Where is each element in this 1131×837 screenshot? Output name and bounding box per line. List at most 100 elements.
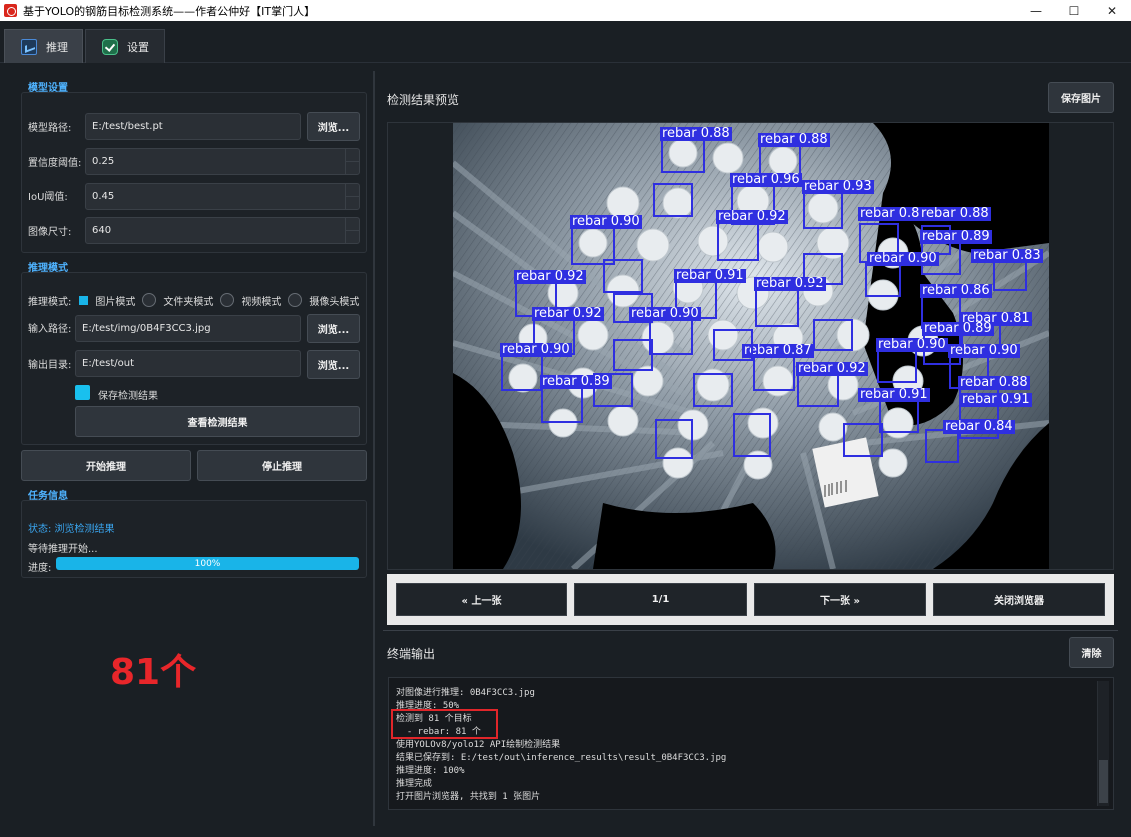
detection-box bbox=[755, 289, 799, 327]
detection-label: rebar 0.86 bbox=[920, 284, 992, 298]
save-result-label[interactable]: 保存检测结果 bbox=[98, 387, 158, 402]
detection-box bbox=[655, 419, 693, 459]
close-button[interactable]: ✕ bbox=[1093, 0, 1131, 21]
detection-label: rebar 0.90 bbox=[948, 344, 1020, 358]
iou-value: 0.45 bbox=[92, 191, 114, 202]
detection-label: rebar 0.93 bbox=[802, 180, 874, 194]
page-indicator: 1/1 bbox=[574, 583, 747, 616]
detection-label: rebar 0.89 bbox=[922, 322, 994, 336]
output-browse-button[interactable]: 浏览... bbox=[307, 350, 360, 379]
terminal-scrollbar-thumb[interactable] bbox=[1099, 760, 1108, 803]
maximize-button[interactable]: ☐ bbox=[1055, 0, 1093, 21]
tab-inference[interactable]: 推理 bbox=[4, 29, 83, 63]
clear-button[interactable]: 清除 bbox=[1069, 637, 1114, 668]
detection-box bbox=[753, 355, 795, 391]
detection-box bbox=[993, 259, 1027, 291]
detection-box bbox=[713, 329, 753, 361]
tab-settings[interactable]: 设置 bbox=[85, 29, 165, 63]
app-logo-icon bbox=[4, 4, 17, 17]
mode-radio-row: 推理模式: 图片模式 文件夹模式 视频模式 摄像头模式 bbox=[28, 292, 359, 308]
video-mode-radio[interactable] bbox=[220, 293, 234, 307]
detection-box bbox=[865, 263, 901, 297]
settings-check-icon bbox=[102, 39, 118, 55]
mode-label: 推理模式: bbox=[28, 293, 71, 308]
save-result-checkbox[interactable] bbox=[75, 385, 90, 400]
folder-mode-label[interactable]: 文件夹模式 bbox=[163, 293, 213, 308]
preview-title: 检测结果预览 bbox=[387, 91, 459, 108]
detection-label: rebar 0.90 bbox=[570, 215, 642, 229]
close-browser-button[interactable]: 关闭浏览器 bbox=[933, 583, 1105, 616]
detection-label: rebar 0.89 bbox=[920, 230, 992, 244]
camera-mode-label[interactable]: 摄像头模式 bbox=[309, 293, 359, 308]
detection-label: rebar 0.88 bbox=[919, 207, 991, 221]
input-browse-button[interactable]: 浏览... bbox=[307, 314, 360, 343]
image-mode-radio[interactable] bbox=[79, 296, 88, 305]
model-path-label: 模型路径: bbox=[28, 119, 71, 134]
splitter[interactable] bbox=[383, 630, 1118, 631]
detection-box bbox=[803, 253, 843, 285]
detection-label: rebar 0.90 bbox=[867, 252, 939, 266]
detection-box bbox=[813, 319, 853, 351]
detection-box bbox=[797, 373, 839, 407]
image-size-value: 640 bbox=[92, 225, 111, 236]
image-size-spin-arrows[interactable] bbox=[345, 218, 359, 243]
detection-box bbox=[843, 423, 883, 457]
waiting-text: 等待推理开始... bbox=[28, 540, 98, 555]
output-dir-label: 输出目录: bbox=[28, 356, 71, 371]
output-dir-input[interactable]: E:/test/out bbox=[75, 350, 301, 377]
model-browse-button[interactable]: 浏览... bbox=[307, 112, 360, 141]
terminal-line: 结果已保存到: E:/test/out\inference_results\re… bbox=[396, 750, 726, 763]
view-result-button[interactable]: 查看检测结果 bbox=[75, 406, 360, 437]
image-size-spinbox[interactable]: 640 bbox=[85, 217, 360, 244]
iou-spinbox[interactable]: 0.45 bbox=[85, 183, 360, 210]
folder-mode-radio[interactable] bbox=[142, 293, 156, 307]
detection-box bbox=[733, 413, 771, 457]
terminal-line: 推理进度: 100% bbox=[396, 763, 465, 776]
progress-label: 进度: bbox=[28, 559, 51, 574]
tab-inference-label: 推理 bbox=[46, 39, 68, 55]
highlight-box bbox=[391, 709, 498, 739]
next-image-button[interactable]: 下一张 » bbox=[754, 583, 926, 616]
tab-settings-label: 设置 bbox=[127, 39, 149, 55]
detection-result-image: rebar 0.88 rebar 0.88 rebar 0.96 rebar 0… bbox=[453, 123, 1049, 569]
confidence-label: 置信度阈值: bbox=[28, 154, 81, 169]
detection-label: rebar 0.91 bbox=[960, 393, 1032, 407]
stop-inference-button[interactable]: 停止推理 bbox=[197, 450, 367, 481]
detection-label: rebar 0.92 bbox=[716, 210, 788, 224]
save-image-button[interactable]: 保存图片 bbox=[1048, 82, 1114, 113]
image-size-label: 图像尺寸: bbox=[28, 223, 71, 238]
chart-icon bbox=[21, 39, 37, 55]
detection-label: rebar 0.96 bbox=[730, 173, 802, 187]
detection-box bbox=[803, 191, 843, 229]
camera-mode-radio[interactable] bbox=[288, 293, 302, 307]
detection-box bbox=[653, 183, 693, 217]
progress-text: 100% bbox=[195, 559, 221, 569]
image-mode-label[interactable]: 图片模式 bbox=[95, 293, 135, 308]
input-path-label: 输入路径: bbox=[28, 320, 71, 335]
confidence-spin-arrows[interactable] bbox=[345, 149, 359, 174]
terminal-line: 对图像进行推理: 0B4F3CC3.jpg bbox=[396, 685, 535, 698]
video-mode-label[interactable]: 视频模式 bbox=[241, 293, 281, 308]
start-inference-button[interactable]: 开始推理 bbox=[21, 450, 191, 481]
detection-box bbox=[613, 339, 653, 371]
confidence-spinbox[interactable]: 0.25 bbox=[85, 148, 360, 175]
terminal-line: 推理完成 bbox=[396, 776, 432, 789]
input-path-input[interactable]: E:/test/img/0B4F3CC3.jpg bbox=[75, 315, 301, 342]
minimize-button[interactable]: — bbox=[1017, 0, 1055, 21]
tab-bar: 推理 设置 bbox=[0, 21, 1131, 63]
terminal-line: 打开图片浏览器, 共找到 1 张图片 bbox=[396, 789, 540, 802]
detection-label: rebar 0.88 bbox=[758, 133, 830, 147]
detection-label: rebar 0.84 bbox=[943, 420, 1015, 434]
detection-box bbox=[603, 259, 643, 293]
model-path-input[interactable]: E:/test/best.pt bbox=[85, 113, 301, 140]
panel-divider[interactable] bbox=[373, 71, 375, 826]
confidence-value: 0.25 bbox=[92, 156, 114, 167]
detection-label: rebar 0.91 bbox=[858, 388, 930, 402]
detection-box bbox=[649, 319, 693, 355]
iou-spin-arrows[interactable] bbox=[345, 184, 359, 209]
prev-image-button[interactable]: « 上一张 bbox=[396, 583, 567, 616]
detection-label: rebar 0.88 bbox=[958, 376, 1030, 390]
window-titlebar: 基于YOLO的钢筋目标检测系统——作者公仲好【IT掌门人】 — ☐ ✕ bbox=[0, 0, 1131, 21]
detection-box bbox=[877, 349, 917, 383]
progress-bar: 100% bbox=[56, 557, 359, 570]
